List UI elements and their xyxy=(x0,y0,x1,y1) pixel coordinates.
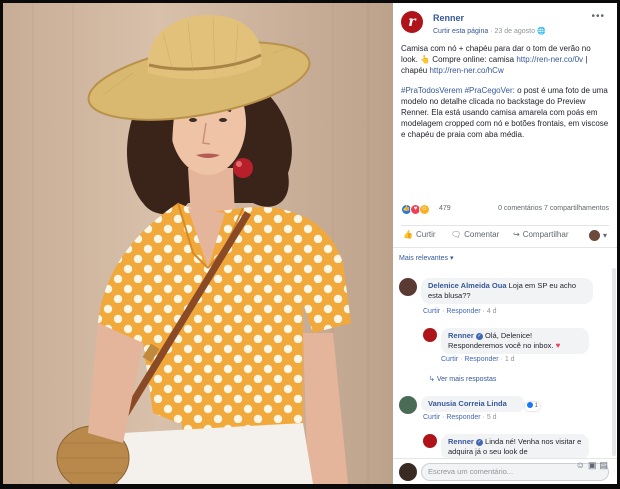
model-photo-illustration xyxy=(3,3,393,484)
reply: Renner ✓ Olá, Delenice! Responderemos vo… xyxy=(423,328,603,368)
comment-actions: Curtir · Responder · 4 d xyxy=(423,308,497,315)
post-header: r Renner Curtir esta página · 23 de agos… xyxy=(401,9,611,39)
comment-input-icons: ☺▣▤ xyxy=(576,460,611,471)
photo-viewer: r Renner Curtir esta página · 23 de agos… xyxy=(0,0,620,489)
comment-actions: Curtir · Responder · 5 d xyxy=(423,414,497,421)
more-replies-link[interactable]: ↳ Ver mais respostas xyxy=(429,375,496,383)
share-count[interactable]: 7 compartilhamentos xyxy=(544,205,609,212)
reply-reply-link[interactable]: Responder xyxy=(464,356,498,363)
reply-arrow-icon: ↳ xyxy=(429,376,435,383)
comment-like-count: 1 xyxy=(534,403,539,409)
post-photo[interactable] xyxy=(3,3,393,484)
comment-reply-link[interactable]: Responder xyxy=(446,308,480,315)
comment-time[interactable]: 5 d xyxy=(487,414,497,421)
reaction-icons[interactable]: 👍 ♥ ☺ xyxy=(401,204,435,215)
post-meta: Curtir esta página · 23 de agosto 🌐 xyxy=(433,27,546,35)
hat-link[interactable]: http://ren-ner.co/hCw xyxy=(429,66,503,75)
comment: Vanusia Correia Linda 1 Curtir · Respond… xyxy=(399,396,599,436)
comment-share-counts: 0 comentários 7 compartilhamentos xyxy=(498,205,609,212)
sort-label: Mais relevantes xyxy=(399,255,449,262)
share-button[interactable]: ↪ Compartilhar xyxy=(513,230,569,239)
current-user-avatar[interactable] xyxy=(399,463,417,481)
post-paragraph-2: #PraTodosVerem #PraCegoVer: o post é uma… xyxy=(401,85,609,140)
commenter-name[interactable]: Renner xyxy=(448,437,474,446)
share-arrow-icon: ↪ xyxy=(513,230,520,239)
thumbs-up-icon: 👍 xyxy=(403,230,413,239)
camera-icon[interactable]: ▣ xyxy=(588,460,600,470)
page-name-link[interactable]: Renner xyxy=(433,13,464,23)
post-date[interactable]: 23 de agosto xyxy=(495,28,535,35)
comment-sort-dropdown[interactable]: Mais relevantes ▾ xyxy=(399,254,454,262)
comment: Delenice Almeida Oua Loja em SP eu acho … xyxy=(399,278,599,318)
hashtags[interactable]: #PraTodosVerem #PraCegoVer: xyxy=(401,86,515,95)
comment-button[interactable]: 🗨 Comentar xyxy=(451,230,499,239)
reply-bubble: Renner ✓ Olá, Delenice! Responderemos vo… xyxy=(441,328,589,354)
write-comment-box: Escreva um comentário... ☺▣▤ xyxy=(393,458,617,484)
reply-time[interactable]: 1 d xyxy=(505,356,515,363)
meta-separator: · xyxy=(490,28,493,35)
avatar[interactable] xyxy=(399,278,417,296)
user-avatar xyxy=(589,230,600,241)
reply-text: Olá, Delenice! xyxy=(485,331,533,340)
reply-actions: Curtir · Responder · 1 d xyxy=(441,356,515,363)
comment-bubble: Delenice Almeida Oua Loja em SP eu acho … xyxy=(421,278,593,304)
share-label: Compartilhar xyxy=(522,230,569,239)
renner-avatar[interactable] xyxy=(423,434,437,448)
comment-bubble: Vanusia Correia Linda xyxy=(421,396,525,412)
reply-text: Responderemos você no inbox. xyxy=(448,341,554,350)
comment-like-badge[interactable]: 1 xyxy=(525,402,541,411)
like-reaction-icon xyxy=(527,402,533,409)
post-side-panel: r Renner Curtir esta página · 23 de agos… xyxy=(393,3,617,484)
chevron-down-icon: ▾ xyxy=(603,231,608,240)
globe-icon: 🌐 xyxy=(536,28,546,35)
post-paragraph-1: Camisa com nó + chapéu para dar o tom de… xyxy=(401,43,609,76)
shirt-link[interactable]: http://ren-ner.co/0v xyxy=(516,55,583,64)
haha-reaction-icon: ☺ xyxy=(419,204,430,215)
comment-label: Comentar xyxy=(464,230,500,239)
more-options-button[interactable]: ••• xyxy=(591,11,605,22)
like-page-link[interactable]: Curtir esta página xyxy=(433,28,488,35)
post-text: Camisa com nó + chapéu para dar o tom de… xyxy=(401,43,609,149)
comment-reply-link[interactable]: Responder xyxy=(446,414,480,421)
comment-like-link[interactable]: Curtir xyxy=(423,414,440,421)
reply-bubble: Renner ✓ Linda né! Venha nos visitar e a… xyxy=(441,434,589,460)
verified-badge-icon: ✓ xyxy=(475,332,483,340)
reply-like-link[interactable]: Curtir xyxy=(441,356,458,363)
comment-like-link[interactable]: Curtir xyxy=(423,308,440,315)
commenter-name[interactable]: Delenice Almeida Oua xyxy=(428,281,507,290)
renner-page-avatar[interactable]: r xyxy=(401,11,423,33)
commenter-name[interactable]: Vanusia Correia Linda xyxy=(428,399,507,408)
gif-icon[interactable]: ▤ xyxy=(599,460,611,470)
like-button[interactable]: 👍 Curtir xyxy=(403,230,436,239)
speech-bubble-icon: 🗨 xyxy=(451,230,462,239)
comment-count[interactable]: 0 comentários xyxy=(498,205,542,212)
more-replies-label: Ver mais respostas xyxy=(436,376,497,383)
reaction-count[interactable]: 479 xyxy=(439,205,451,212)
reactions-row: 👍 ♥ ☺ 479 0 comentários 7 compartilhamen… xyxy=(401,203,609,217)
renner-avatar[interactable] xyxy=(423,328,437,342)
like-label: Curtir xyxy=(415,230,436,239)
chevron-down-icon: ▾ xyxy=(449,255,454,262)
reaction-avatar-selector[interactable]: ▾ xyxy=(589,230,607,241)
emoji-icon[interactable]: ☺ xyxy=(576,460,588,470)
commenter-name[interactable]: Renner xyxy=(448,331,474,340)
comments-area: Mais relevantes ▾ Delenice Almeida Oua L… xyxy=(393,247,617,460)
comment-time[interactable]: 4 d xyxy=(487,308,497,315)
verified-badge-icon: ✓ xyxy=(475,438,483,446)
heart-icon: ♥ xyxy=(555,341,561,350)
comments-scrollbar[interactable] xyxy=(612,268,616,456)
avatar[interactable] xyxy=(399,396,417,414)
post-action-bar: 👍 Curtir 🗨 Comentar ↪ Compartilhar ▾ xyxy=(401,225,609,245)
